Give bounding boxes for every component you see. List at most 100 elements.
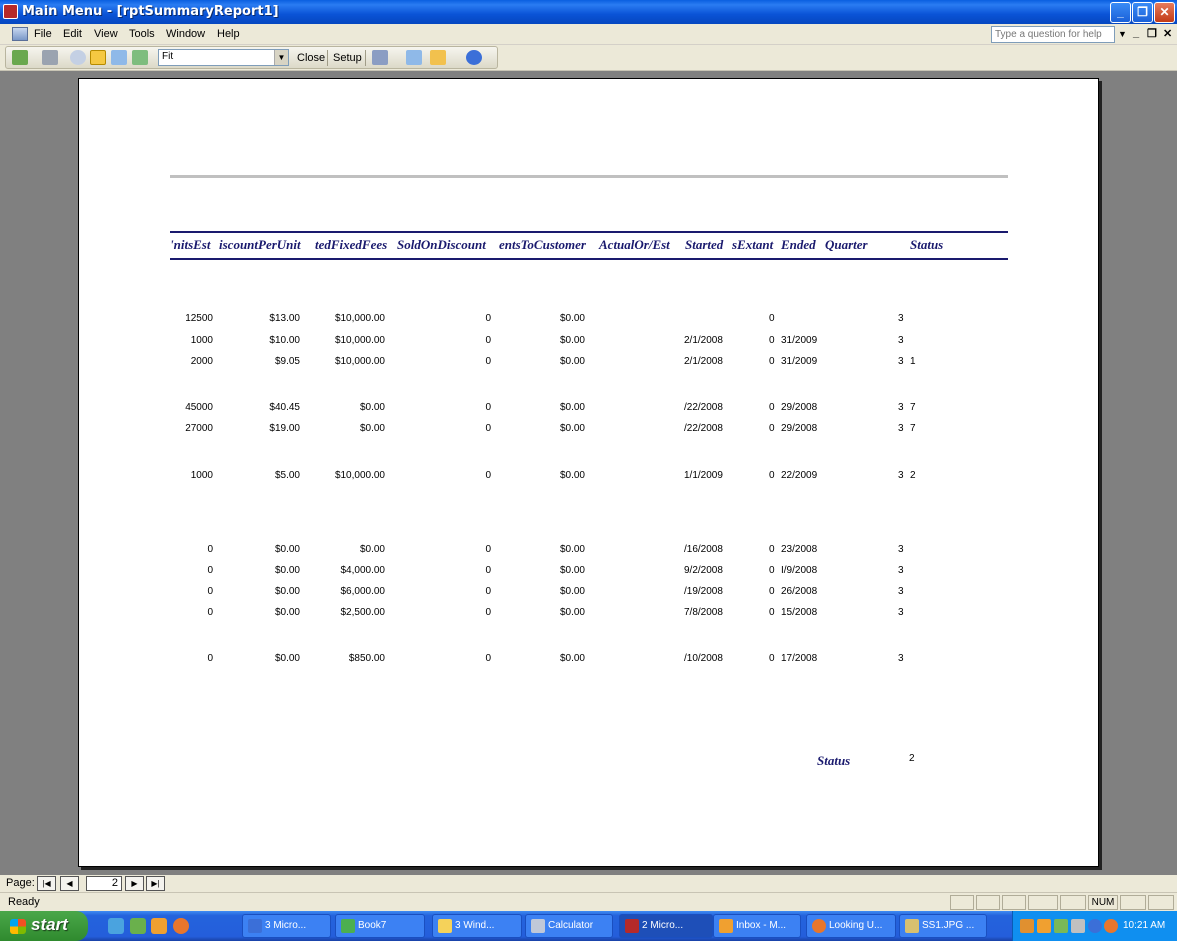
menu-view[interactable]: View (94, 28, 118, 40)
table-cell: 45000 (185, 402, 213, 413)
task-firefox[interactable]: Looking U... (806, 914, 896, 938)
table-cell: 0 (207, 586, 213, 597)
minimize-button[interactable]: _ (1110, 2, 1131, 23)
table-cell: $0.00 (559, 586, 585, 597)
table-cell: $850.00 (348, 653, 385, 664)
mdi-close-button[interactable]: ✕ (1163, 27, 1172, 40)
menu-file[interactable]: File (34, 28, 52, 40)
table-cell: 12500 (185, 313, 213, 324)
table-cell: $10.00 (269, 335, 300, 346)
design-view-icon[interactable] (12, 50, 28, 65)
database-window-icon[interactable] (406, 50, 422, 65)
tray-volume-icon[interactable] (1071, 919, 1085, 933)
table-cell: $4,000.00 (340, 565, 386, 576)
first-page-button[interactable]: |◀ (37, 876, 56, 891)
column-header: entsToCustomer (499, 237, 586, 252)
tray-outlook-icon[interactable] (1037, 919, 1051, 933)
mdi-restore-button[interactable]: ❐ (1147, 27, 1157, 40)
table-cell: 3 (898, 607, 904, 618)
desktop-icon[interactable] (130, 918, 146, 934)
table-cell: $0.00 (359, 423, 385, 434)
access-app-icon (3, 4, 18, 19)
toolbar: Fit ▼ Close Setup (0, 45, 1177, 71)
header-rule-bottom (170, 258, 1008, 260)
menu-tools[interactable]: Tools (129, 28, 155, 40)
status-text: Ready (8, 896, 40, 908)
table-cell: I/9/2008 (781, 565, 818, 576)
task-book7[interactable]: Book7 (335, 914, 425, 938)
table-cell: $0.00 (274, 607, 300, 618)
tray-security-icon[interactable] (1088, 919, 1102, 933)
multiple-pages-icon[interactable] (132, 50, 148, 65)
menu-edit[interactable]: Edit (63, 28, 82, 40)
close-button[interactable]: Close (297, 52, 325, 64)
table-cell: 0 (769, 607, 775, 618)
zoom-icon[interactable] (70, 50, 86, 65)
prev-page-button[interactable]: ◀ (60, 876, 79, 891)
column-header: Quarter (825, 237, 868, 252)
num-lock-indicator: NUM (1088, 895, 1118, 910)
ie-icon[interactable] (108, 918, 124, 934)
mdi-minimize-button[interactable]: _ (1133, 27, 1139, 39)
last-page-button[interactable]: ▶| (146, 876, 165, 891)
table-cell: 0 (769, 356, 775, 367)
table-cell: 0 (207, 544, 213, 555)
table-cell: 3 (898, 544, 904, 555)
office-links-icon[interactable] (372, 50, 388, 65)
table-cell: 3 (898, 423, 904, 434)
column-header: Status (910, 237, 944, 252)
table-cell: $0.00 (559, 335, 585, 346)
start-button[interactable]: start (0, 911, 88, 941)
table-cell: $40.45 (269, 402, 300, 413)
table-cell: $0.00 (274, 653, 300, 664)
task-windows-explorer[interactable]: 3 Wind... (432, 914, 522, 938)
table-cell: 0 (485, 470, 491, 481)
task-calculator[interactable]: Calculator (525, 914, 613, 938)
table-cell: 1/1/2009 (684, 470, 723, 481)
next-page-button[interactable]: ▶ (125, 876, 144, 891)
table-cell: 0 (485, 402, 491, 413)
document-menu-icon[interactable] (12, 27, 28, 41)
table-cell: 0 (769, 423, 775, 434)
footer-status-label: Status (817, 753, 851, 768)
help-icon[interactable] (466, 50, 482, 65)
outlook-icon[interactable] (151, 918, 167, 934)
task-access[interactable]: 2 Micro... (619, 914, 713, 938)
column-header: tedFixedFees (315, 237, 388, 252)
menu-bar: File Edit View Tools Window Help Type a … (0, 24, 1177, 45)
restore-button[interactable]: ❐ (1132, 2, 1153, 23)
zoom-select[interactable]: Fit ▼ (158, 49, 289, 66)
table-cell: $10,000.00 (334, 470, 385, 481)
table-cell: /22/2008 (684, 402, 723, 413)
page-number-input[interactable]: 2 (86, 876, 122, 891)
tray-network-icon[interactable] (1054, 919, 1068, 933)
two-pages-icon[interactable] (111, 50, 127, 65)
chevron-down-icon[interactable]: ▼ (274, 50, 288, 65)
menu-help[interactable]: Help (217, 28, 240, 40)
column-header: 'nitsEst (170, 237, 211, 252)
close-window-button[interactable]: ✕ (1154, 2, 1175, 23)
table-cell: 0 (769, 653, 775, 664)
task-inbox[interactable]: Inbox - M... (713, 914, 801, 938)
one-page-icon[interactable] (90, 50, 106, 65)
table-cell: $0.00 (559, 402, 585, 413)
setup-button[interactable]: Setup (333, 52, 362, 64)
firefox-icon[interactable] (173, 918, 189, 934)
table-cell: 1 (910, 356, 916, 367)
divider (170, 175, 1008, 178)
table-cell: 15/2008 (781, 607, 818, 618)
help-dropdown-icon[interactable]: ▼ (1118, 29, 1127, 39)
new-object-icon[interactable] (430, 50, 446, 65)
table-cell: 22/2009 (781, 470, 818, 481)
table-cell: $0.00 (559, 470, 585, 481)
tray-update-icon[interactable] (1104, 919, 1118, 933)
table-cell: /22/2008 (684, 423, 723, 434)
help-search-input[interactable]: Type a question for help (991, 26, 1115, 43)
tray-app-icon[interactable] (1020, 919, 1034, 933)
table-cell: 3 (898, 470, 904, 481)
print-icon[interactable] (42, 50, 58, 65)
task-word[interactable]: 3 Micro... (242, 914, 331, 938)
task-image-viewer[interactable]: SS1.JPG ... (899, 914, 987, 938)
menu-window[interactable]: Window (166, 28, 205, 40)
table-cell: $0.00 (559, 356, 585, 367)
